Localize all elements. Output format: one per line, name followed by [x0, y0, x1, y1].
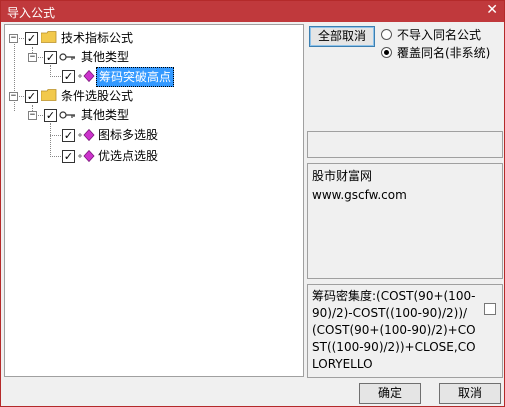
node-checkbox[interactable]: ✓: [62, 70, 75, 83]
folder-icon: [41, 31, 57, 43]
folder-icon: [41, 89, 57, 101]
title-bar: 导入公式 ✕: [1, 1, 504, 22]
window-title: 导入公式: [7, 6, 56, 20]
node-label: 优选点选股: [98, 149, 159, 163]
info-panel: 股市财富网 www.gscfw.com: [307, 163, 503, 279]
collapse-toggle[interactable]: −: [9, 34, 18, 43]
cancel-all-button[interactable]: 全部取消: [309, 26, 375, 47]
import-formula-dialog: 导入公式 ✕ − ✓ 技术指标公式 − ✓ 其他类型 ✓ 筹码突破高点 − ✓ …: [0, 0, 505, 407]
close-icon[interactable]: ✕: [486, 2, 498, 18]
radio-no-import-label: 不导入同名公式: [397, 28, 482, 42]
collapse-toggle[interactable]: −: [28, 53, 37, 62]
tree-node-technical-indicators[interactable]: − ✓ 技术指标公式: [5, 29, 295, 47]
node-label: 其他类型: [81, 108, 130, 122]
collapse-toggle[interactable]: −: [9, 92, 18, 101]
node-label: 技术指标公式: [61, 31, 134, 45]
node-label: 条件选股公式: [61, 89, 134, 103]
radio-no-import[interactable]: [381, 29, 392, 40]
collapse-toggle[interactable]: −: [28, 111, 37, 120]
node-label: 图标多选股: [98, 128, 159, 142]
status-panel: [307, 131, 503, 158]
formula-checkbox[interactable]: [484, 303, 496, 315]
tree-node-other-types[interactable]: − ✓ 其他类型: [5, 48, 295, 66]
formula-preview: 筹码密集度:(COST(90+(100-90)/2)-COST((100-90)…: [307, 284, 503, 378]
node-label: 其他类型: [81, 50, 130, 64]
node-label: 筹码突破高点: [96, 67, 175, 87]
key-icon: [59, 53, 75, 61]
node-checkbox[interactable]: ✓: [44, 51, 57, 64]
tree-node-chip-breakout[interactable]: ✓ 筹码突破高点: [5, 67, 295, 87]
formula-tree[interactable]: − ✓ 技术指标公式 − ✓ 其他类型 ✓ 筹码突破高点 − ✓ 条件选股公式 …: [4, 24, 304, 377]
radio-overwrite-label: 覆盖同名(非系统): [397, 46, 491, 60]
formula-text: 筹码密集度:(COST(90+(100-90)/2)-COST((100-90)…: [312, 289, 476, 371]
tree-node-preferred-point[interactable]: ✓ 优选点选股: [5, 147, 295, 165]
node-checkbox[interactable]: ✓: [25, 90, 38, 103]
info-site-url: www.gscfw.com: [312, 188, 407, 202]
tree-node-stock-screening[interactable]: − ✓ 条件选股公式: [5, 87, 295, 105]
radio-overwrite[interactable]: [381, 47, 392, 58]
formula-diamond-icon: [78, 150, 95, 162]
node-checkbox[interactable]: ✓: [25, 32, 38, 45]
node-checkbox[interactable]: ✓: [62, 150, 75, 163]
node-checkbox[interactable]: ✓: [62, 129, 75, 142]
cancel-button[interactable]: 取消: [439, 383, 501, 404]
formula-diamond-icon: [78, 129, 95, 141]
ok-button[interactable]: 确定: [359, 383, 421, 404]
info-site-name: 股市财富网: [312, 169, 373, 183]
tree-node-other-types-2[interactable]: − ✓ 其他类型: [5, 106, 295, 124]
tree-node-icon-multi-select[interactable]: ✓ 图标多选股: [5, 126, 295, 144]
node-checkbox[interactable]: ✓: [44, 109, 57, 122]
formula-diamond-icon: [78, 70, 95, 82]
key-icon: [59, 111, 75, 119]
